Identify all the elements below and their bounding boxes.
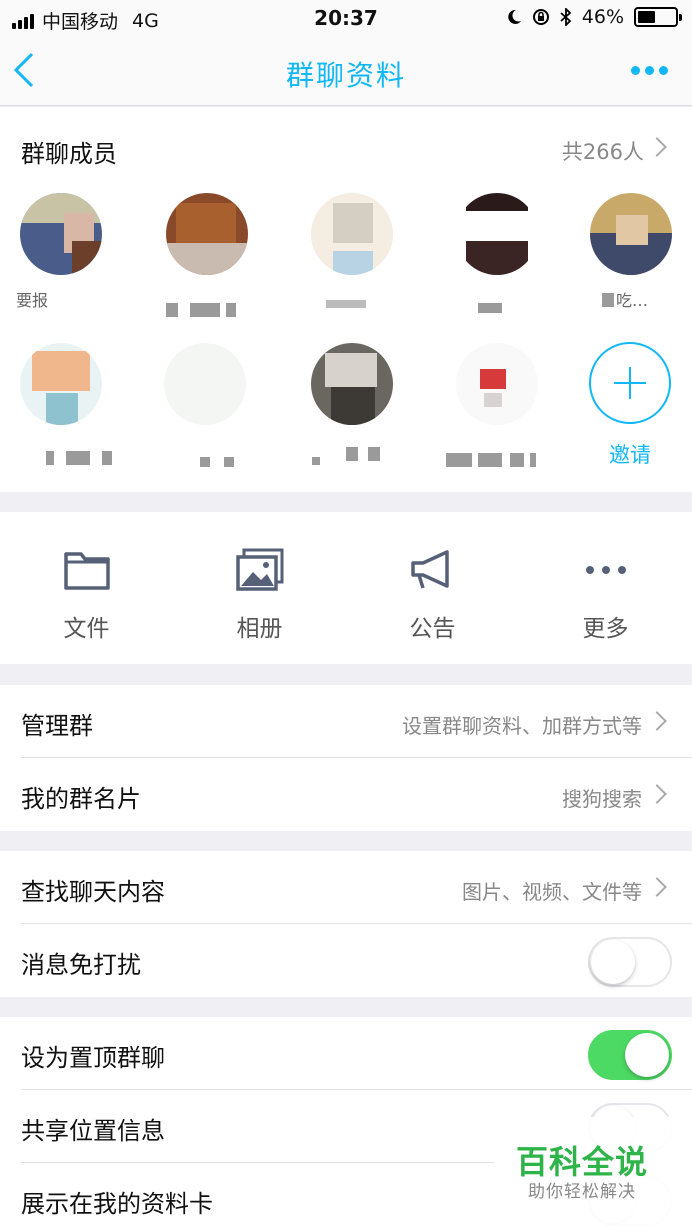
member-name	[312, 447, 380, 465]
chevron-right-icon	[647, 877, 667, 897]
chevron-right-icon	[647, 711, 667, 731]
member-avatar[interactable]	[20, 193, 102, 275]
battery-icon	[634, 7, 682, 27]
member-name	[166, 303, 236, 317]
pin-chat-toggle[interactable]	[588, 1030, 672, 1080]
member-avatar[interactable]	[20, 343, 102, 425]
member-avatar[interactable]	[590, 193, 672, 275]
more-label: 更多	[582, 616, 629, 642]
folder-icon	[64, 552, 110, 590]
status-bar: 中国移动 4G 20:37 46%	[0, 0, 692, 36]
member-avatar[interactable]	[311, 343, 393, 425]
member-name	[446, 453, 536, 467]
search-chat-label: 查找聊天内容	[21, 878, 165, 906]
search-chat-value: 图片、视频、文件等	[462, 880, 642, 904]
chevron-right-icon	[647, 784, 667, 804]
member-name: 要报	[16, 291, 76, 310]
member-name: 吃…	[602, 291, 678, 310]
announcement-label: 公告	[409, 616, 456, 642]
invite-button[interactable]	[589, 342, 671, 424]
my-group-card-row[interactable]: 我的群名片 搜狗搜索	[0, 758, 692, 831]
member-name-text: 要报	[16, 291, 49, 310]
more-menu-icon[interactable]	[631, 66, 668, 75]
show-on-card-label: 展示在我的资料卡	[21, 1190, 213, 1218]
do-not-disturb-toggle[interactable]	[588, 937, 672, 987]
quick-actions: 文件 相册 公告 更多	[0, 512, 692, 664]
more-action[interactable]: 更多	[519, 512, 692, 664]
do-not-disturb-label: 消息免打扰	[21, 951, 141, 979]
member-name	[326, 300, 366, 314]
rotation-lock-icon	[532, 9, 549, 25]
bluetooth-icon	[560, 8, 572, 26]
share-location-label: 共享位置信息	[21, 1117, 165, 1145]
watermark: 百科全说 助你轻松解决	[494, 1117, 692, 1231]
members-count[interactable]: 共266人	[562, 136, 644, 166]
invite-label[interactable]: 邀请	[589, 439, 671, 469]
files-action[interactable]: 文件	[0, 512, 173, 664]
toggle-knob	[591, 940, 635, 984]
members-title: 群聊成员	[21, 140, 117, 168]
member-avatar[interactable]	[311, 193, 393, 275]
album-label: 相册	[236, 616, 283, 642]
album-action[interactable]: 相册	[173, 512, 346, 664]
member-avatar[interactable]	[456, 343, 538, 425]
member-avatar[interactable]	[164, 343, 246, 425]
settings-group-chat: 查找聊天内容 图片、视频、文件等 消息免打扰	[0, 851, 692, 997]
do-not-disturb-row: 消息免打扰	[0, 924, 692, 997]
member-name	[478, 303, 502, 317]
chevron-right-icon[interactable]	[647, 137, 667, 157]
pin-chat-row: 设为置顶群聊	[0, 1017, 692, 1090]
manage-group-label: 管理群	[21, 712, 93, 740]
announcement-action[interactable]: 公告	[346, 512, 519, 664]
member-avatar[interactable]	[166, 193, 248, 275]
manage-group-row[interactable]: 管理群 设置群聊资料、加群方式等	[0, 685, 692, 758]
pin-chat-label: 设为置顶群聊	[21, 1044, 165, 1072]
member-name	[46, 451, 112, 465]
more-dots-icon	[586, 566, 626, 574]
status-right: 46%	[506, 6, 682, 28]
member-name	[200, 457, 234, 471]
member-avatar[interactable]	[456, 193, 538, 275]
manage-group-value: 设置群聊资料、加群方式等	[402, 714, 642, 738]
battery-percent: 46%	[581, 6, 624, 28]
nav-bar: 群聊资料	[0, 36, 692, 106]
toggle-knob	[625, 1033, 669, 1077]
page-title: 群聊资料	[285, 59, 406, 92]
settings-group-manage: 管理群 设置群聊资料、加群方式等 我的群名片 搜狗搜索	[0, 685, 692, 831]
watermark-subtitle: 助你轻松解决	[528, 1182, 636, 1202]
search-chat-row[interactable]: 查找聊天内容 图片、视频、文件等	[0, 851, 692, 924]
megaphone-icon	[411, 550, 449, 589]
my-group-card-value: 搜狗搜索	[562, 787, 642, 811]
member-name-text: 吃…	[616, 291, 649, 310]
photo-album-icon	[236, 548, 284, 591]
files-label: 文件	[63, 616, 110, 642]
members-section: 群聊成员 共266人 要报 吃… 邀请	[0, 107, 692, 492]
my-group-card-label: 我的群名片	[21, 785, 141, 813]
moon-icon	[508, 9, 521, 24]
